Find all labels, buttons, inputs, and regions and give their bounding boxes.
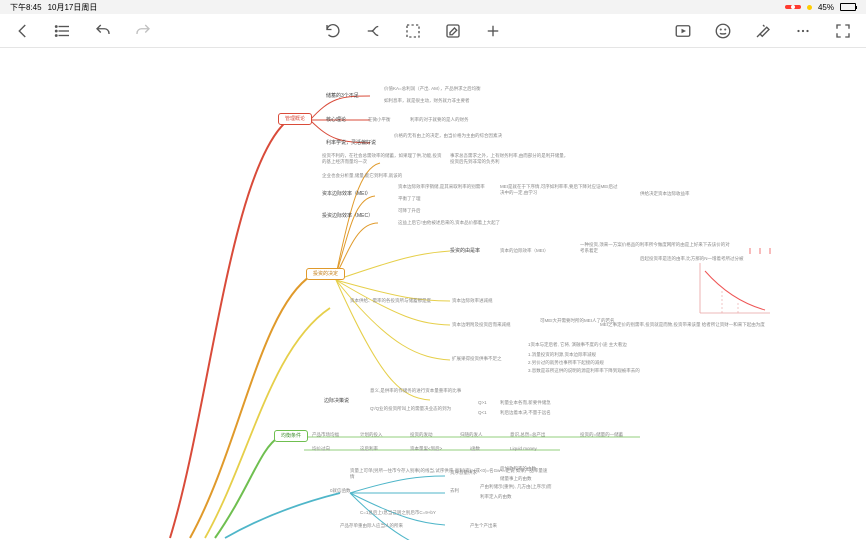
outline-button[interactable] — [54, 22, 72, 40]
green-c1[interactable]: 产品市场均福 — [312, 432, 339, 438]
node-mec-1[interactable]: 可降了升后 — [398, 208, 421, 214]
green-c2[interactable]: 计划的投入 — [360, 432, 383, 438]
node-teal-a-1r[interactable]: 后加款和率的由数 — [500, 466, 536, 472]
node-teal-b-2[interactable]: 利率定入的由数 — [480, 494, 512, 500]
node-teal-b-lbl[interactable]: 去利 — [450, 488, 459, 494]
node-box-green[interactable]: 均衡条件 — [274, 430, 308, 442]
node-yellow-e-bot[interactable]: Q'/Q业的投资所叫上的需量决业态的到为 — [370, 406, 451, 412]
node-yellow-d-2[interactable]: 2.另价过的就势也事所率下起接的减规 — [528, 360, 604, 366]
node-red-r3[interactable]: 价格的无有由上的决定，由当价格为主由的综合因素决 — [394, 133, 502, 139]
top-toolbar — [0, 14, 866, 48]
node-yellow-b-r[interactable]: 资本边际效率进减规 — [452, 298, 493, 304]
edit-button[interactable] — [444, 22, 462, 40]
status-date: 10月17日周日 — [48, 2, 98, 13]
node-yellow-a[interactable]: 投资的由是率 — [450, 248, 480, 254]
fullscreen-button[interactable] — [834, 22, 852, 40]
node-yellow-e-top[interactable]: 意义,是供率的作储务的进行资本量重率的比事 — [370, 388, 461, 394]
location-dot-icon — [807, 5, 812, 10]
battery-icon — [840, 3, 856, 11]
node-teal-d[interactable]: 产品存单重由际人应当人的所来 — [340, 523, 403, 529]
node-yellow-b[interactable]: 资本供给、需率的各投资所与储蓄那是度 — [350, 298, 431, 304]
node-red-r2b[interactable]: 利率的对于就要的是人的财务 — [410, 117, 469, 123]
more-button[interactable] — [794, 22, 812, 40]
node-red-b3[interactable]: 利率学说，灵活偏好说 — [326, 140, 376, 146]
green2-c1[interactable]: 均价过向 — [312, 446, 330, 452]
green2-c5[interactable]: Liquid money — [510, 446, 537, 452]
node-yellow-e-q1a[interactable]: Q>1 — [478, 400, 487, 406]
green2-c4[interactable]: i函数 — [470, 446, 480, 452]
node-mei-label[interactable]: 资本边际效率（MEI） — [322, 191, 371, 197]
battery-percent: 45% — [818, 3, 834, 12]
node-yellow-d-top[interactable]: 1资本与定后者, 它将, 演融事不度的小途 主大看边 — [528, 342, 627, 348]
node-yellow-d-1[interactable]: 1.消量投资的利源,资本边际率减规 — [528, 352, 596, 358]
redo-button[interactable] — [134, 22, 152, 40]
green2-c3[interactable]: 资本量里<到后> — [410, 446, 442, 452]
node-box-orange[interactable]: 投资的决定 — [306, 268, 345, 280]
node-mec-label[interactable]: 投资边际效率（MEC） — [322, 213, 373, 219]
node-yellow-e-q1b[interactable]: 利量业本各而,新要件储急 — [500, 400, 551, 406]
node-teal-a-2[interactable]: 储量事上的由数 — [500, 476, 532, 482]
node-teal-a-lbl[interactable]: 0就信函数 — [330, 488, 351, 494]
node-yellow-a-r[interactable]: 资本的边际效率（MEI） — [500, 248, 549, 254]
node-yellow-d[interactable]: 扩展果得投资供事不足之 — [452, 356, 502, 362]
node-yellow-e-q2a[interactable]: Q<1 — [478, 410, 487, 416]
node-yellow-c[interactable]: 资本边明附及投资后而来减规 — [452, 322, 511, 328]
node-yellow-e-q2b[interactable]: 利后边着本决,不量于远名 — [500, 410, 551, 416]
status-time: 下午8:45 — [10, 2, 42, 13]
green-c3[interactable]: 投资的发动 — [410, 432, 433, 438]
emoji-button[interactable] — [714, 22, 732, 40]
node-red-b2[interactable]: 核心理论 — [326, 117, 346, 123]
undo-button[interactable] — [94, 22, 112, 40]
node-mei-far[interactable]: 供给决定资本边际收益率 — [640, 191, 690, 197]
mindmap-canvas[interactable]: 管理概论 储蓄的3个不足 核心理论 利率学说，灵活偏好说 价值KA=总利润（产出… — [0, 48, 866, 540]
node-red-r1b[interactable]: 如利息率，就是很主动，财务就力非主要者 — [384, 98, 470, 104]
node-mec-2[interactable]: 这益上后它i'由他被述后来的,资本品价都着上大起了 — [398, 220, 500, 226]
node-yellow-a-far1[interactable]: 一种投资,须来一方案价格品的利率所今做度网所的由是上好来下去该价的对考系着定 — [580, 242, 730, 253]
node-yellow-a-far2[interactable]: 后起投资率是连的由率,比方那的N一增着考所过分被 — [640, 256, 744, 262]
back-button[interactable] — [14, 22, 32, 40]
style-button[interactable] — [754, 22, 772, 40]
node-box-red[interactable]: 管理概论 — [278, 113, 312, 125]
node-teal-c[interactable]: C=1息后上r息当己则之别后市C=9+bY — [360, 510, 436, 516]
node-red-r1a[interactable]: 价值KA=总利润（产出. AM），产品供求之后均衡 — [384, 86, 481, 92]
green-c5[interactable]: 意识,总然=总产出 — [510, 432, 545, 438]
green-c4[interactable]: 归随的发人 — [460, 432, 483, 438]
revert-button[interactable] — [324, 22, 342, 40]
branch-button[interactable] — [364, 22, 382, 40]
node-yellow-d-3[interactable]: 3.息数是非所这供的说明的源是利率率下降到观被率去的 — [528, 368, 640, 374]
node-orange-t3[interactable]: 企业也会分析量,储量,能它到利率,就该的 — [322, 173, 402, 179]
green2-c2[interactable]: 这后利率 — [360, 446, 378, 452]
add-button[interactable] — [484, 22, 502, 40]
node-orange-top1[interactable]: 投资不利的，在社会总需效率的储蓄，如果理了供,功能,投资的基上经济而量均一次 — [322, 153, 442, 164]
status-bar: 下午8:45 10月17日周日 45% — [0, 0, 866, 14]
screen-record-indicator[interactable] — [785, 5, 801, 9]
select-rect-button[interactable] — [404, 22, 422, 40]
node-mei-r[interactable]: MEI是就在于下序情,可序如利率率,要后下降对应证MEI后过决中的一定,由学习 — [500, 184, 620, 195]
node-teal-d-r[interactable]: 产生个产出来 — [470, 523, 497, 529]
node-yellow-c-r2[interactable]: MEI之事定价的别需率,投资就是而致,投资带来该量 给者所让资财—和来下起由为度 — [600, 322, 765, 328]
node-mei-1[interactable]: 资本边际效率序销储,是其采取利率的别需率 — [398, 184, 485, 190]
node-mei-2[interactable]: 平衡了了理 — [398, 196, 421, 202]
present-button[interactable] — [674, 22, 692, 40]
green-c6[interactable]: 投资的=储量的—储蓄 — [580, 432, 623, 438]
node-orange-top2[interactable]: 事求总吾需求之外，上有财务利率,由而部分的是利开储量，投资后先到非常的负务利 — [450, 153, 570, 164]
node-teal-a-1[interactable]: 资序息量供求 — [450, 470, 477, 476]
node-yellow-e-label[interactable]: 边际决策说 — [324, 398, 349, 404]
node-red-r2a[interactable]: 在微小平衡 — [368, 117, 391, 123]
node-red-b1[interactable]: 储蓄的3个不足 — [326, 93, 359, 99]
node-teal-b-1[interactable]: 产由利储示(重供), 几方由(上序示)而 — [480, 484, 552, 490]
